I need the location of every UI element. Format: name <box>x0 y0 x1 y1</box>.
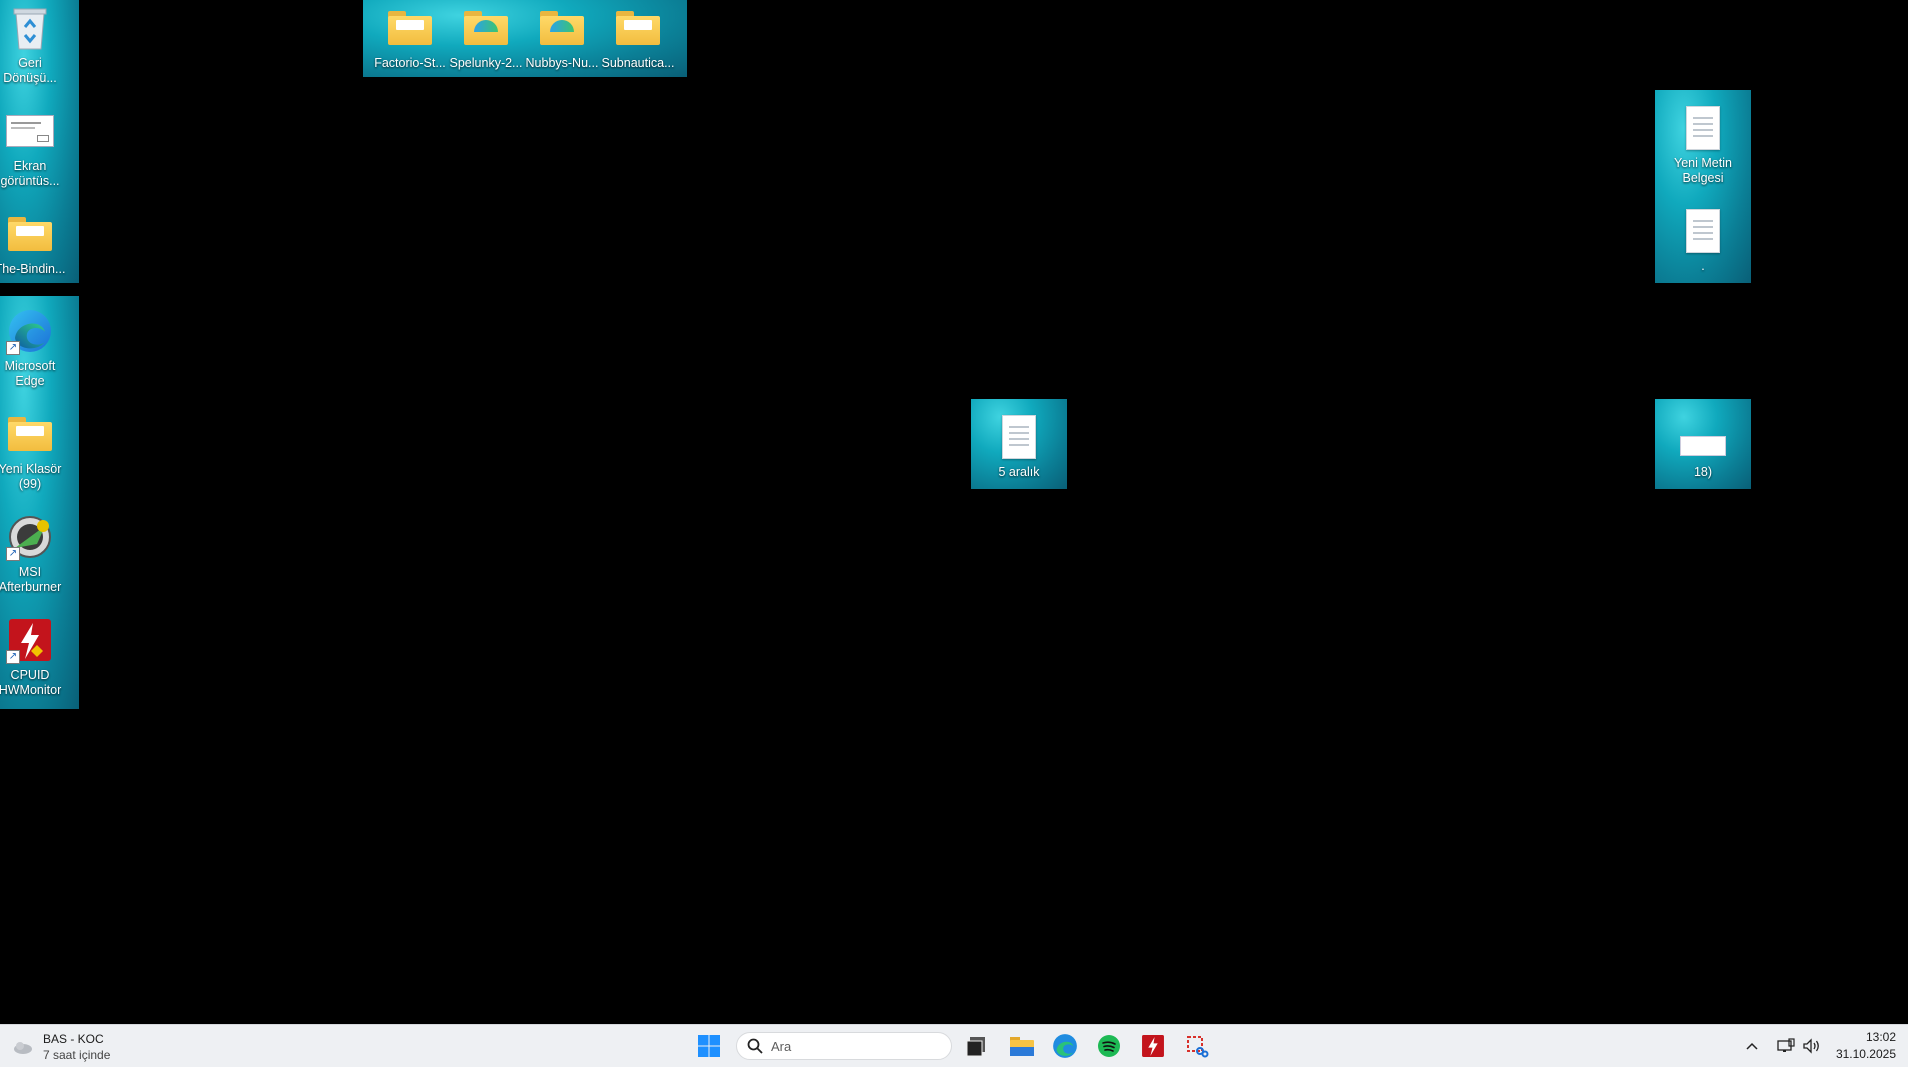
volume-icon <box>1803 1038 1819 1054</box>
desktop-icon-label: CPUID HWMonitor <box>0 668 62 697</box>
folder-icon <box>6 210 54 258</box>
desktop-icon-label: MSI Afterburner <box>0 565 62 594</box>
desktop-icon-label: 5 aralık <box>998 465 1040 479</box>
snipping-tool-icon <box>1187 1036 1209 1058</box>
hwmonitor-taskbar-button[interactable] <box>1137 1030 1169 1062</box>
desktop-icon-nubbys[interactable]: Nubbys-Nu... <box>524 0 600 100</box>
folder-icon <box>462 4 510 52</box>
weather-icon <box>12 1037 34 1057</box>
folder-icon <box>6 410 54 458</box>
snipping-tool-taskbar-button[interactable] <box>1181 1030 1213 1062</box>
search-icon <box>747 1038 763 1054</box>
desktop-icon-the-binding[interactable]: The-Bindin... <box>0 206 68 306</box>
desktop-icon-label: Spelunky-2... <box>449 56 523 70</box>
text-document-icon <box>995 413 1043 461</box>
weather-title: BAS - KOC <box>43 1032 104 1046</box>
hwmonitor-icon: ↗ <box>6 616 54 664</box>
spotify-icon <box>1098 1035 1120 1057</box>
shortcut-arrow-icon: ↗ <box>6 650 20 664</box>
desktop-icon-dot-file[interactable]: . <box>1665 203 1741 303</box>
desktop-icon-label: Microsoft Edge <box>4 359 56 388</box>
taskbar: BAS - KOC 7 saat içinde Ara 13:02 31.10.… <box>0 1024 1908 1067</box>
msi-afterburner-icon: ↗ <box>6 513 54 561</box>
desktop-icon-label: 18) <box>1693 465 1713 479</box>
desktop-icon-yeni-klasor[interactable]: Yeni Klasör (99) <box>0 406 68 506</box>
edge-icon: ↗ <box>6 307 54 355</box>
desktop-icon-screenshot[interactable]: Ekran görüntüs... <box>0 103 68 203</box>
clock[interactable]: 13:02 31.10.2025 <box>1826 1029 1896 1063</box>
desktop-icon-18[interactable]: 18) <box>1665 409 1741 509</box>
desktop-icon-label: Ekran görüntüs... <box>0 159 60 188</box>
desktop-icon-label: The-Bindin... <box>0 262 66 276</box>
folder-icon <box>386 4 434 52</box>
volume-button[interactable] <box>1800 1030 1824 1062</box>
start-icon <box>698 1035 720 1057</box>
taskbar-search-box[interactable]: Ara <box>736 1032 952 1060</box>
desktop-icon-microsoft-edge[interactable]: ↗ Microsoft Edge <box>0 303 68 403</box>
weather-subtitle: 7 saat içinde <box>43 1048 111 1062</box>
shortcut-arrow-icon: ↗ <box>6 547 20 561</box>
weather-widget[interactable]: BAS - KOC 7 saat içinde <box>8 1031 148 1063</box>
show-hidden-icons-button[interactable] <box>1740 1030 1764 1062</box>
recycle-bin-icon <box>6 4 54 52</box>
chevron-up-icon <box>1746 1042 1758 1050</box>
task-view-icon <box>966 1037 985 1057</box>
image-file-icon <box>1679 413 1727 461</box>
desktop-icon-label: Geri Dönüşü... <box>3 56 57 85</box>
desktop-icon-label: . <box>1701 259 1705 273</box>
folder-icon <box>538 4 586 52</box>
desktop-icon-cpuid-hwmonitor[interactable]: ↗ CPUID HWMonitor <box>0 612 68 712</box>
start-button[interactable] <box>693 1030 725 1062</box>
file-explorer-icon <box>1010 1037 1034 1056</box>
desktop-icon-label: Nubbys-Nu... <box>525 56 599 70</box>
edge-icon <box>1053 1034 1077 1058</box>
text-document-icon <box>1679 207 1727 255</box>
desktop-icon-label: Yeni Metin Belgesi <box>1674 156 1732 185</box>
screenshot-file-icon <box>6 107 54 155</box>
shortcut-arrow-icon: ↗ <box>6 341 20 355</box>
desktop-icon-label: Yeni Klasör (99) <box>0 462 62 491</box>
hwmonitor-icon <box>1142 1035 1164 1057</box>
search-placeholder: Ara <box>771 1038 792 1054</box>
clock-date: 31.10.2025 <box>1835 1047 1896 1061</box>
network-icon <box>1777 1038 1795 1052</box>
desktop-icon-5-aralik[interactable]: 5 aralık <box>981 409 1057 509</box>
desktop-icon-spelunky[interactable]: Spelunky-2... <box>448 0 524 100</box>
task-view-button[interactable] <box>960 1030 992 1062</box>
file-explorer-button[interactable] <box>1006 1030 1038 1062</box>
text-document-icon <box>1679 104 1727 152</box>
desktop-icon-recycle-bin[interactable]: Geri Dönüşü... <box>0 0 68 100</box>
desktop-icon-yeni-metin-belgesi[interactable]: Yeni Metin Belgesi <box>1665 100 1741 200</box>
edge-taskbar-button[interactable] <box>1049 1030 1081 1062</box>
clock-time: 13:02 <box>1865 1030 1896 1044</box>
desktop-icon-label: Factorio-St... <box>374 56 446 70</box>
desktop-icon-msi-afterburner[interactable]: ↗ MSI Afterburner <box>0 509 68 609</box>
desktop-icon-label: Subnautica... <box>601 56 675 70</box>
folder-icon <box>614 4 662 52</box>
desktop-icon-factorio[interactable]: Factorio-St... <box>372 0 448 100</box>
spotify-taskbar-button[interactable] <box>1093 1030 1125 1062</box>
desktop-icon-subnautica[interactable]: Subnautica... <box>600 0 676 100</box>
network-button[interactable] <box>1774 1030 1798 1062</box>
